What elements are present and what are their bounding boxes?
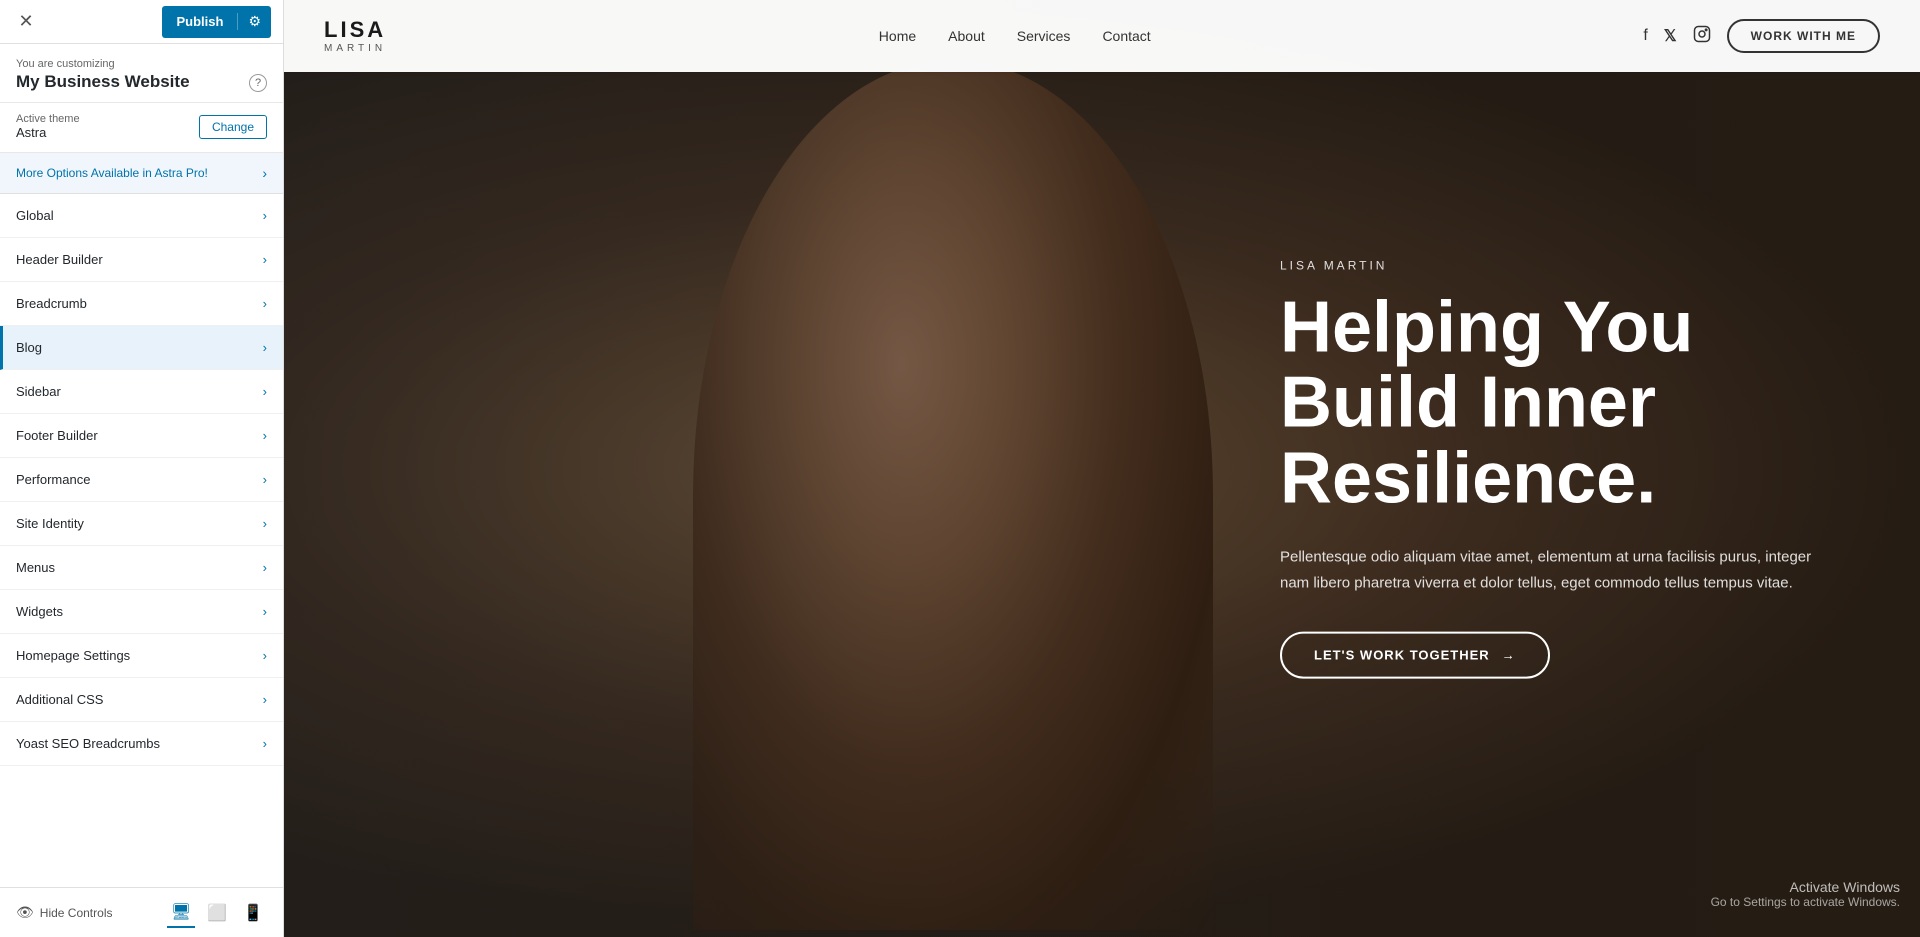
mobile-view-button[interactable]: 📱 [239, 898, 267, 928]
menu-item-performance[interactable]: Performance› [0, 458, 283, 502]
menu-item-homepage-settings[interactable]: Homepage Settings› [0, 634, 283, 678]
astra-pro-text: More Options Available in Astra Pro! [16, 166, 208, 180]
site-nav: Home About Services Contact [879, 28, 1151, 44]
twitter-icon[interactable]: 𝕏 [1664, 26, 1677, 46]
nav-link-services[interactable]: Services [1017, 28, 1071, 44]
chevron-icon: › [263, 692, 267, 707]
change-theme-button[interactable]: Change [199, 115, 267, 139]
top-bar: ✕ Publish ⚙ [0, 0, 283, 44]
gear-icon: ⚙ [237, 13, 271, 30]
menu-item-site-identity[interactable]: Site Identity› [0, 502, 283, 546]
facebook-icon[interactable]: f [1643, 27, 1647, 45]
chevron-icon: › [263, 384, 267, 399]
menu-list: Global›Header Builder›Breadcrumb›Blog›Si… [0, 194, 283, 887]
publish-button[interactable]: Publish ⚙ [162, 6, 271, 38]
chevron-icon: › [263, 648, 267, 663]
theme-section: Active theme Astra Change [0, 103, 283, 153]
activate-windows-title: Activate Windows [1711, 879, 1900, 895]
help-icon[interactable]: ? [249, 74, 267, 92]
customizing-section: You are customizing My Business Website … [0, 44, 283, 103]
site-logo: LISA MARTIN [324, 19, 386, 54]
menu-item-breadcrumb[interactable]: Breadcrumb› [0, 282, 283, 326]
work-with-me-button[interactable]: WORK WITH ME [1727, 19, 1880, 53]
close-button[interactable]: ✕ [12, 8, 40, 36]
chevron-icon: › [263, 252, 267, 267]
chevron-icon: › [263, 208, 267, 223]
menu-item-sidebar[interactable]: Sidebar› [0, 370, 283, 414]
hero-cta-label: LET'S WORK TOGETHER [1314, 648, 1490, 663]
chevron-icon: › [263, 472, 267, 487]
menu-item-widgets[interactable]: Widgets› [0, 590, 283, 634]
site-title: My Business Website [16, 72, 267, 92]
menu-item-footer-builder[interactable]: Footer Builder› [0, 414, 283, 458]
menu-item-global[interactable]: Global› [0, 194, 283, 238]
activate-windows-sub: Go to Settings to activate Windows. [1711, 895, 1900, 909]
bottom-bar: 👁 Hide Controls 🖥 ⬜ 📱 [0, 887, 283, 937]
close-icon: ✕ [18, 11, 33, 32]
header-right: f 𝕏 WORK WITH ME [1643, 19, 1880, 53]
chevron-icon: › [263, 428, 267, 443]
astra-pro-chevron: › [262, 165, 267, 181]
instagram-icon[interactable] [1693, 25, 1711, 48]
hero-content: LISA MARTIN Helping You Build Inner Resi… [1280, 218, 1840, 719]
site-preview: LISA MARTIN Home About Services Contact f 𝕏… [284, 0, 1920, 937]
logo-name: LISA [324, 19, 386, 41]
chevron-icon: › [263, 604, 267, 619]
site-header: LISA MARTIN Home About Services Contact f 𝕏… [284, 0, 1920, 72]
menu-item-yoast-seo-breadcrumbs[interactable]: Yoast SEO Breadcrumbs› [0, 722, 283, 766]
hide-controls-label: Hide Controls [40, 906, 113, 920]
logo-sub: MARTIN [324, 43, 386, 54]
hero-headline: Helping You Build Inner Resilience. [1280, 290, 1840, 517]
menu-item-menus[interactable]: Menus› [0, 546, 283, 590]
chevron-icon: › [263, 516, 267, 531]
hero-subtext: Pellentesque odio aliquam vitae amet, el… [1280, 545, 1840, 596]
hero-author: LISA MARTIN [1280, 258, 1840, 272]
eye-icon: 👁 [16, 904, 34, 921]
hero-cta-button[interactable]: LET'S WORK TOGETHER → [1280, 632, 1550, 679]
menu-item-additional-css[interactable]: Additional CSS› [0, 678, 283, 722]
chevron-icon: › [263, 340, 267, 355]
desktop-view-button[interactable]: 🖥 [167, 898, 195, 928]
activate-windows: Activate Windows Go to Settings to activ… [1711, 879, 1900, 909]
menu-item-header-builder[interactable]: Header Builder› [0, 238, 283, 282]
customizing-label: You are customizing [16, 58, 267, 70]
tablet-view-button[interactable]: ⬜ [203, 898, 231, 928]
hide-controls-button[interactable]: 👁 Hide Controls [16, 904, 112, 921]
nav-link-home[interactable]: Home [879, 28, 916, 44]
device-icons: 🖥 ⬜ 📱 [167, 898, 267, 928]
menu-item-blog[interactable]: Blog› [0, 326, 283, 370]
hero-cta-arrow: → [1502, 648, 1516, 663]
nav-link-about[interactable]: About [948, 28, 985, 44]
customizer-panel: ✕ Publish ⚙ You are customizing My Busin… [0, 0, 284, 937]
theme-name: Astra [16, 125, 80, 140]
astra-pro-banner[interactable]: More Options Available in Astra Pro! › [0, 153, 283, 194]
chevron-icon: › [263, 560, 267, 575]
nav-link-contact[interactable]: Contact [1102, 28, 1150, 44]
chevron-icon: › [263, 296, 267, 311]
chevron-icon: › [263, 736, 267, 751]
publish-label: Publish [162, 14, 237, 29]
theme-label: Active theme [16, 113, 80, 125]
